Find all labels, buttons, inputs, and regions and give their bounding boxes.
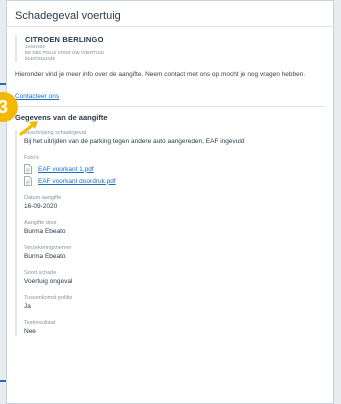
- card-title: Schadegeval voertuig: [15, 10, 121, 22]
- vehicle-policy-number: 014070322448: [25, 56, 56, 61]
- divider: [15, 106, 325, 107]
- vehicle-info: CITROEN BERLINGO 1VGH404 DE KBC POLIS VO…: [15, 35, 325, 62]
- field-description: Beschrijving schadegeval Bij het uitrijd…: [24, 130, 325, 146]
- field-label: Beschrijving schadegeval: [24, 130, 87, 136]
- field-test-result: Testresultaat Nee: [24, 320, 325, 336]
- field-value: Nee: [24, 328, 36, 335]
- field-label: Foto's: [24, 155, 39, 161]
- field-value: Burma Ebeato: [24, 228, 66, 235]
- card-header: Schadegeval voertuig: [7, 1, 333, 27]
- field-label: Aangifte door: [24, 220, 57, 226]
- file-link[interactable]: EAF voorkant doordruk.pdf: [38, 178, 116, 185]
- field-police: Tussenkomst politie Ja: [24, 295, 325, 311]
- field-insured: Verzekeringsnemer Burma Ebeato: [24, 245, 325, 261]
- field-value: Bij het uitrijden van de parking tegen a…: [24, 138, 245, 145]
- intro-text: Hieronder vind je meer info over de aang…: [15, 71, 306, 78]
- document-icon: [24, 164, 32, 174]
- document-icon: [24, 176, 32, 186]
- field-value: 16-09-2020: [24, 203, 58, 210]
- file-item[interactable]: EAF voorkant 1.pdf: [24, 164, 325, 174]
- claim-card: Schadegeval voertuig CITROEN BERLINGO 1V…: [6, 0, 334, 404]
- field-damage-type: Soort schade Voertuig ongeval: [24, 270, 325, 286]
- claim-fields: Beschrijving schadegeval Bij het uitrijd…: [15, 130, 325, 336]
- field-label: Tussenkomst politie: [24, 295, 73, 301]
- section-title: Gegevens van de aangifte: [15, 113, 108, 122]
- field-value: Burma Ebeato: [24, 253, 66, 260]
- contact-link[interactable]: Contacteer ons: [15, 93, 59, 100]
- file-item[interactable]: EAF voorkant doordruk.pdf: [24, 176, 325, 186]
- arrow-icon: [19, 121, 38, 136]
- field-label: Testresultaat: [24, 320, 56, 326]
- field-photos: Foto's EAF voorkant 1.pdf EAF voorkant d…: [24, 155, 325, 186]
- field-date: Datum aangifte 16-09-2020: [24, 195, 325, 211]
- field-value: Ja: [24, 303, 31, 310]
- file-link[interactable]: EAF voorkant 1.pdf: [38, 166, 94, 173]
- field-value: Voertuig ongeval: [24, 278, 73, 285]
- field-label: Datum aangifte: [24, 195, 62, 201]
- card-content: CITROEN BERLINGO 1VGH404 DE KBC POLIS VO…: [7, 27, 333, 336]
- field-reporter: Aangifte door Burma Ebeato: [24, 220, 325, 236]
- field-label: Soort schade: [24, 270, 57, 276]
- vehicle-name: CITROEN BERLINGO: [25, 35, 104, 44]
- field-label: Verzekeringsnemer: [24, 245, 72, 251]
